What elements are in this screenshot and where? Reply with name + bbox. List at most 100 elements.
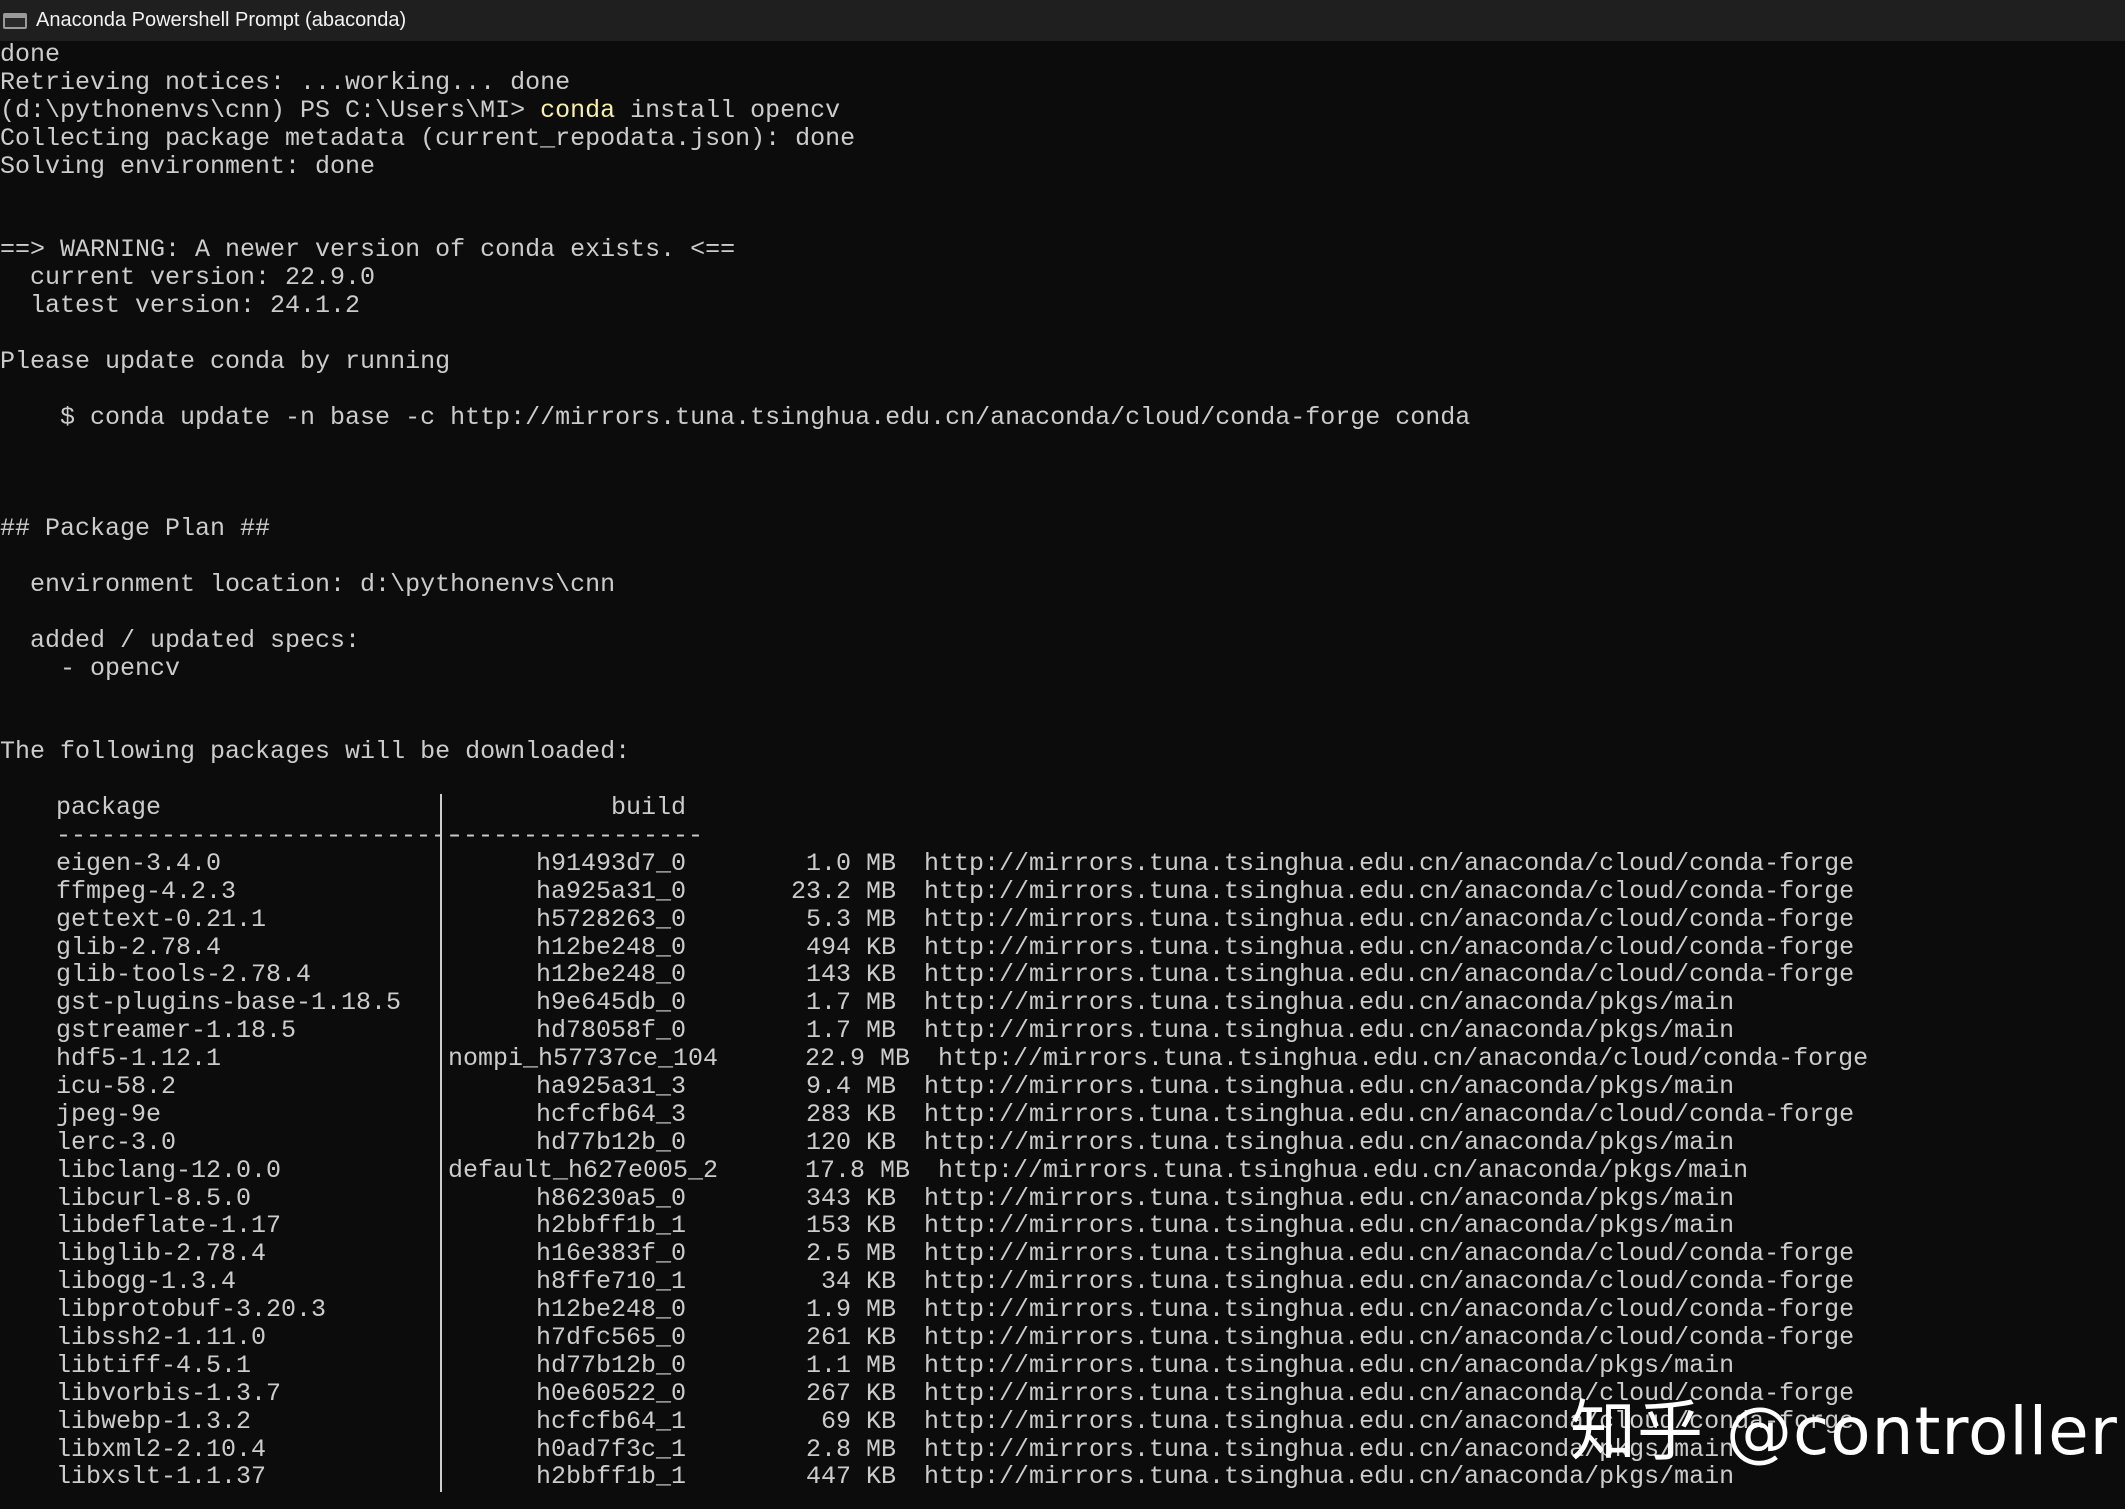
zhihu-watermark: 知乎 @controller (1570, 1393, 2118, 1470)
package-build: hd77b12b_0 (535, 1127, 686, 1157)
package-size: 22.9 MB (804, 1044, 910, 1074)
package-name: glib-tools-2.78.4 (56, 960, 312, 990)
package-build: h5728263_0 (535, 904, 686, 934)
console-output[interactable]: done Retrieving notices: ...working... do… (0, 41, 2125, 1509)
package-channel: http://mirrors.tuna.tsinghua.edu.cn/anac… (938, 1044, 1869, 1074)
package-build: hcfcfb64_1 (535, 1406, 686, 1436)
command-args: install opencv (615, 95, 841, 125)
package-size: 153 KB (805, 1211, 896, 1241)
table-row: libogg-1.3.4 h8ffe710_1 34 KB http://mirror… (0, 1268, 2125, 1296)
package-build: h9e645db_0 (535, 988, 686, 1018)
package-size: 283 KB (805, 1099, 896, 1129)
package-build: h7dfc565_0 (535, 1322, 686, 1352)
package-size: 143 KB (805, 960, 896, 990)
title-bar[interactable]: Anaconda Powershell Prompt (abaconda) (0, 0, 2125, 41)
package-channel: http://mirrors.tuna.tsinghua.edu.cn/anac… (924, 1016, 1735, 1046)
package-channel: http://mirrors.tuna.tsinghua.edu.cn/anac… (924, 1099, 1855, 1129)
table-row: libtiff-4.5.1 hd77b12b_0 1.1 MB http://mirr… (0, 1350, 2125, 1380)
table-row: lerc-3.0 hd77b12b_0 120 KB http://mirrors.t… (0, 1127, 2125, 1157)
table-row: ffmpeg-4.2.3 ha925a31_0 23.2 MB http://mirr… (0, 876, 2125, 906)
package-channel: http://mirrors.tuna.tsinghua.edu.cn/anac… (924, 1267, 1855, 1297)
package-name: jpeg-9e (56, 1099, 162, 1129)
table-row: gst-plugins-base-1.18.5 h9e645db_0 1.7 MB h… (0, 989, 2125, 1017)
console-line: The following packages will be downloade… (0, 737, 631, 767)
package-build: ha925a31_3 (535, 1071, 686, 1101)
package-size: 23.2 MB (790, 876, 896, 906)
package-build: nompi_h57737ce_104 (448, 1044, 719, 1074)
package-name: libxml2-2.10.4 (56, 1434, 267, 1464)
table-header-row: package build (0, 794, 2125, 822)
package-channel: http://mirrors.tuna.tsinghua.edu.cn/anac… (924, 1350, 1735, 1380)
package-build: h91493d7_0 (535, 848, 686, 878)
header-package: package (56, 793, 162, 823)
console-line: Solving environment: done (0, 151, 376, 181)
package-size: 1.0 MB (805, 848, 896, 878)
table-row: gstreamer-1.18.5 hd78058f_0 1.7 MB http://m… (0, 1017, 2125, 1045)
package-size: 447 KB (805, 1462, 896, 1492)
package-size: 34 KB (820, 1267, 896, 1297)
package-channel: http://mirrors.tuna.tsinghua.edu.cn/anac… (924, 932, 1855, 962)
table-row: glib-2.78.4 h12be248_0 494 KB http://mirror… (0, 932, 2125, 962)
package-build: h12be248_0 (535, 932, 686, 962)
console-line: added / updated specs: (0, 625, 361, 655)
package-name: libcurl-8.5.0 (56, 1183, 252, 1213)
table-row: icu-58.2 ha925a31_3 9.4 MB http://mirrors.t… (0, 1073, 2125, 1101)
console-app-icon (3, 12, 27, 29)
package-channel: http://mirrors.tuna.tsinghua.edu.cn/anac… (924, 1127, 1735, 1157)
package-build: h12be248_0 (535, 960, 686, 990)
package-build: ha925a31_0 (535, 876, 686, 906)
prompt-text: (d:\pythonenvs\cnn) PS C:\Users\MI> (0, 95, 541, 125)
table-row: libssh2-1.11.0 h7dfc565_0 261 KB http://mir… (0, 1324, 2125, 1352)
package-name: libdeflate-1.17 (56, 1211, 282, 1241)
package-size: 120 KB (805, 1127, 896, 1157)
package-size: 1.9 MB (805, 1295, 896, 1325)
package-channel: http://mirrors.tuna.tsinghua.edu.cn/anac… (924, 1322, 1855, 1352)
table-separator-row: --------------------------- ------------… (0, 822, 2125, 850)
package-name: gettext-0.21.1 (56, 904, 267, 934)
package-size: 261 KB (805, 1322, 896, 1352)
package-build: hd78058f_0 (535, 1016, 686, 1046)
package-build: hd77b12b_0 (535, 1350, 686, 1380)
table-row: libdeflate-1.17 h2bbff1b_1 153 KB http://mi… (0, 1212, 2125, 1240)
table-row: libclang-12.0.0 default_h627e005_2 17.8 MB… (0, 1155, 2125, 1185)
package-build: h2bbff1b_1 (535, 1462, 686, 1492)
package-name: eigen-3.4.0 (56, 848, 222, 878)
package-name: libprotobuf-3.20.3 (56, 1295, 327, 1325)
console-line: - opencv (0, 653, 181, 683)
console-line: Collecting package metadata (current_rep… (0, 123, 856, 153)
package-build: h8ffe710_1 (535, 1267, 686, 1297)
package-channel: http://mirrors.tuna.tsinghua.edu.cn/anac… (924, 876, 1855, 906)
console-line: $ conda update -n base -c http://mirrors… (0, 402, 1471, 432)
package-size: 494 KB (805, 932, 896, 962)
package-channel: http://mirrors.tuna.tsinghua.edu.cn/anac… (924, 988, 1735, 1018)
package-name: libwebp-1.3.2 (56, 1406, 252, 1436)
package-name: ffmpeg-4.2.3 (56, 876, 237, 906)
console-line: ==> WARNING: A newer version of conda ex… (0, 235, 736, 265)
package-name: lerc-3.0 (56, 1127, 177, 1157)
separator-left: --------------------------- (56, 820, 462, 850)
package-size: 1.7 MB (805, 1016, 896, 1046)
package-name: libvorbis-1.3.7 (56, 1378, 282, 1408)
package-build: h0ad7f3c_1 (535, 1434, 686, 1464)
package-name: libxslt-1.1.37 (56, 1462, 267, 1492)
package-channel: http://mirrors.tuna.tsinghua.edu.cn/anac… (924, 1071, 1735, 1101)
package-build: default_h627e005_2 (448, 1155, 719, 1185)
table-row: libglib-2.78.4 h16e383f_0 2.5 MB http://mir… (0, 1240, 2125, 1268)
console-line: latest version: 24.1.2 (0, 291, 361, 321)
package-channel: http://mirrors.tuna.tsinghua.edu.cn/anac… (924, 904, 1855, 934)
package-size: 9.4 MB (805, 1071, 896, 1101)
console-line: current version: 22.9.0 (0, 263, 376, 293)
console-line: Please update conda by running (0, 346, 451, 376)
package-build: hcfcfb64_3 (535, 1099, 686, 1129)
package-build: h0e60522_0 (535, 1378, 686, 1408)
